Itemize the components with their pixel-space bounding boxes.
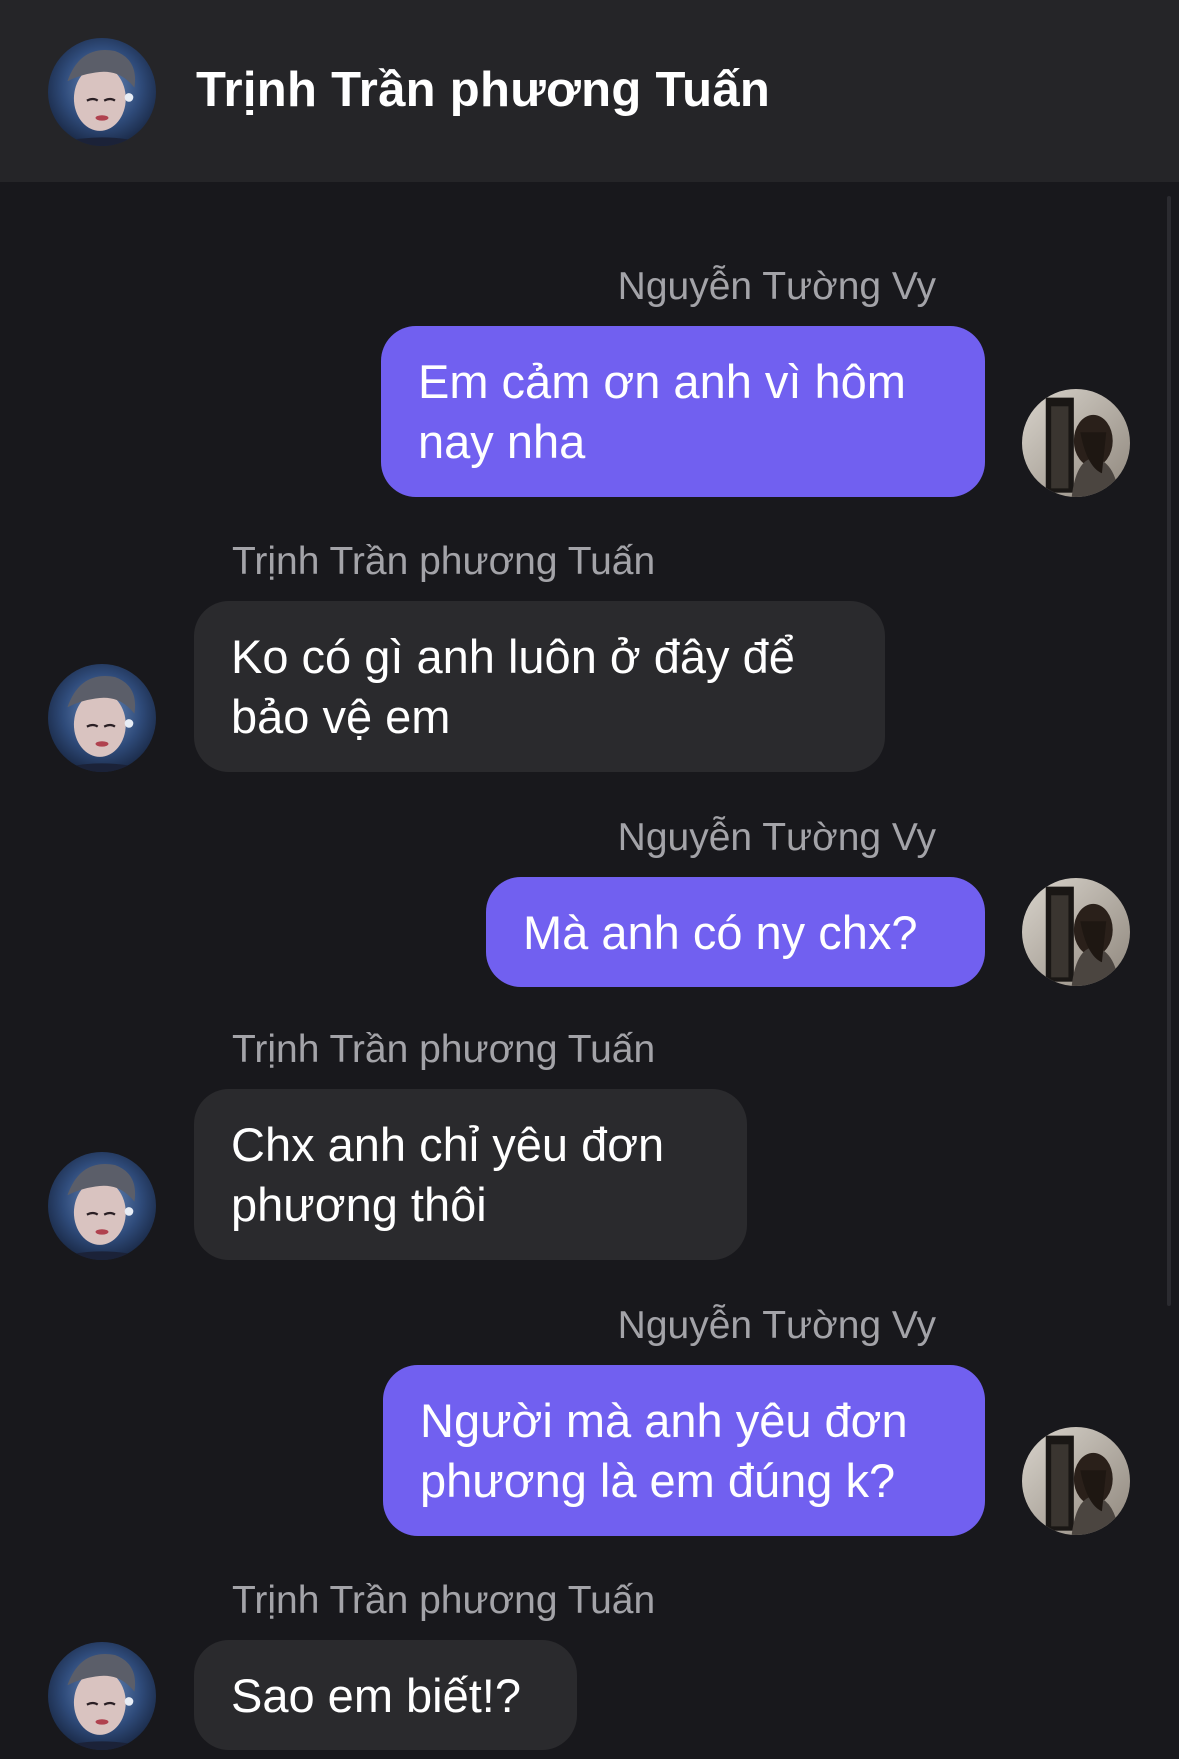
sender-name: Trịnh Trần phương Tuấn [232, 540, 656, 583]
contact-avatar[interactable] [48, 664, 156, 772]
sent-message-bubble[interactable]: Mà anh có ny chx? [486, 877, 985, 987]
sent-message-bubble[interactable]: Người mà anh yêu đơn phương là em đúng k… [383, 1365, 985, 1536]
sender-name: Trịnh Trần phương Tuấn [232, 1579, 656, 1622]
sender-name: Nguyễn Tường Vy [617, 816, 936, 859]
received-message-bubble[interactable]: Ko có gì anh luôn ở đây để bảo vệ em [194, 601, 885, 772]
sent-message-bubble[interactable]: Em cảm ơn anh vì hôm nay nha [381, 326, 985, 497]
chat-header: Trịnh Trần phương Tuấn [0, 0, 1179, 182]
contact-avatar[interactable] [48, 1642, 156, 1750]
sender-name: Trịnh Trần phương Tuấn [232, 1028, 656, 1071]
received-message-bubble[interactable]: Sao em biết!? [194, 1640, 577, 1750]
chat-screen: Trịnh Trần phương Tuấn Nguyễn Tường Vy E… [0, 0, 1179, 1759]
scrollbar[interactable] [1167, 196, 1171, 1306]
my-avatar [1022, 389, 1130, 497]
conversation-title[interactable]: Trịnh Trần phương Tuấn [196, 62, 770, 118]
sender-name: Nguyễn Tường Vy [617, 1304, 936, 1347]
contact-avatar[interactable] [48, 1152, 156, 1260]
my-avatar [1022, 878, 1130, 986]
my-avatar [1022, 1427, 1130, 1535]
received-message-bubble[interactable]: Chx anh chỉ yêu đơn phương thôi [194, 1089, 747, 1260]
sender-name: Nguyễn Tường Vy [617, 265, 936, 308]
contact-avatar[interactable] [48, 38, 156, 146]
